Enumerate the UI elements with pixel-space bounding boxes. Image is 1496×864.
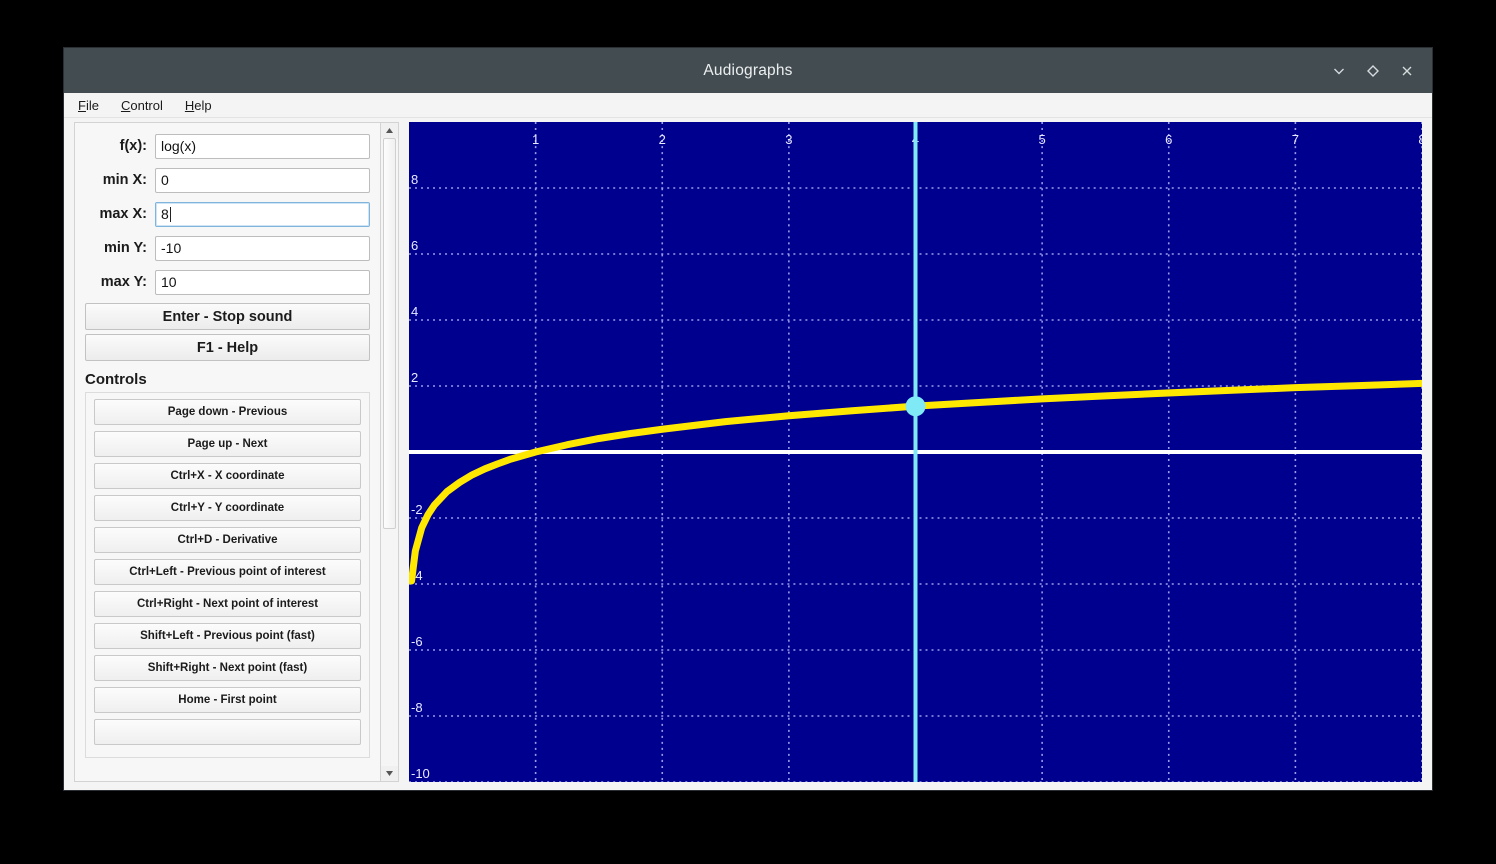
- max-y-input[interactable]: 10: [155, 269, 370, 295]
- min-y-value: -10: [161, 240, 182, 256]
- scroll-down-icon[interactable]: [381, 766, 398, 781]
- max-y-value: 10: [161, 274, 177, 290]
- menu-file[interactable]: File: [76, 97, 101, 114]
- control-button-page-up[interactable]: Page up - Next: [94, 431, 361, 457]
- x-tick-label: 3: [785, 132, 792, 147]
- y-tick-label: -2: [411, 502, 423, 517]
- minimize-icon[interactable]: [1324, 56, 1354, 86]
- scrollbar-thumb[interactable]: [383, 138, 396, 530]
- field-row-minx: min X: 0: [85, 163, 370, 197]
- y-tick-label: -6: [411, 634, 423, 649]
- min-x-value: 0: [161, 172, 169, 188]
- graph-canvas[interactable]: 123456788642-2-4-6-8-10: [409, 122, 1422, 782]
- close-icon[interactable]: [1392, 56, 1422, 86]
- controls-section-title: Controls: [85, 371, 147, 388]
- x-tick-label: 7: [1292, 132, 1299, 147]
- stop-sound-button[interactable]: Enter - Stop sound: [85, 303, 370, 330]
- window-controls: [1324, 48, 1422, 93]
- control-button-page-down[interactable]: Page down - Previous: [94, 399, 361, 425]
- control-button-clipped[interactable]: [94, 719, 361, 745]
- x-tick-label: 5: [1039, 132, 1046, 147]
- label-miny: min Y:: [104, 240, 147, 256]
- control-button-x-coordinate[interactable]: Ctrl+X - X coordinate: [94, 463, 361, 489]
- scroll-up-icon[interactable]: [381, 123, 398, 138]
- graph-area[interactable]: 123456788642-2-4-6-8-10: [409, 122, 1422, 782]
- y-tick-label: -10: [411, 766, 430, 781]
- label-fx: f(x):: [119, 138, 147, 154]
- min-x-input[interactable]: 0: [155, 167, 370, 193]
- menu-control[interactable]: Control: [119, 97, 165, 114]
- function-input-value: log(x): [161, 138, 197, 154]
- panel-scrollbar[interactable]: [380, 122, 399, 782]
- control-button-y-coordinate[interactable]: Ctrl+Y - Y coordinate: [94, 495, 361, 521]
- label-maxx: max X:: [99, 206, 147, 222]
- field-row-miny: min Y: -10: [85, 231, 370, 265]
- window-body: f(x): log(x) min X: 0 max X: 8 min Y: -1…: [64, 118, 1432, 790]
- field-row-maxx: max X: 8: [85, 197, 370, 231]
- y-tick-label: 2: [411, 370, 418, 385]
- x-tick-label: 6: [1165, 132, 1172, 147]
- y-tick-label: -8: [411, 700, 423, 715]
- control-button-derivative[interactable]: Ctrl+D - Derivative: [94, 527, 361, 553]
- application-window: Audiographs File Control Help f(x): log(…: [64, 48, 1432, 790]
- control-button-prev-point-fast[interactable]: Shift+Left - Previous point (fast): [94, 623, 361, 649]
- menu-help[interactable]: Help: [183, 97, 214, 114]
- scrollbar-track[interactable]: [381, 138, 398, 766]
- function-input[interactable]: log(x): [155, 133, 370, 159]
- maximize-icon[interactable]: [1358, 56, 1388, 86]
- left-panel-wrapper: f(x): log(x) min X: 0 max X: 8 min Y: -1…: [74, 122, 399, 782]
- label-minx: min X:: [102, 172, 147, 188]
- settings-panel: f(x): log(x) min X: 0 max X: 8 min Y: -1…: [74, 122, 380, 782]
- graph-svg: 123456788642-2-4-6-8-10: [409, 122, 1422, 782]
- control-button-first-point[interactable]: Home - First point: [94, 687, 361, 713]
- controls-list: Page down - Previous Page up - Next Ctrl…: [85, 392, 370, 758]
- text-caret: [169, 206, 171, 222]
- x-tick-label: 1: [532, 132, 539, 147]
- field-row-maxy: max Y: 10: [85, 265, 370, 299]
- min-y-input[interactable]: -10: [155, 235, 370, 261]
- label-maxy: max Y:: [100, 274, 147, 290]
- max-x-value: 8: [161, 206, 169, 222]
- control-button-next-point-fast[interactable]: Shift+Right - Next point (fast): [94, 655, 361, 681]
- cursor-point-marker: [905, 396, 926, 417]
- control-button-next-point-of-interest[interactable]: Ctrl+Right - Next point of interest: [94, 591, 361, 617]
- title-bar: Audiographs: [64, 48, 1432, 93]
- x-tick-label: 2: [659, 132, 666, 147]
- y-tick-label: 6: [411, 238, 418, 253]
- y-tick-label: 8: [411, 172, 418, 187]
- x-tick-label: 8: [1418, 132, 1422, 147]
- help-button[interactable]: F1 - Help: [85, 334, 370, 361]
- control-button-prev-point-of-interest[interactable]: Ctrl+Left - Previous point of interest: [94, 559, 361, 585]
- window-title: Audiographs: [703, 61, 793, 79]
- max-x-input[interactable]: 8: [155, 201, 370, 227]
- field-row-fx: f(x): log(x): [85, 129, 370, 163]
- y-tick-label: 4: [411, 304, 418, 319]
- menu-bar: File Control Help: [64, 93, 1432, 118]
